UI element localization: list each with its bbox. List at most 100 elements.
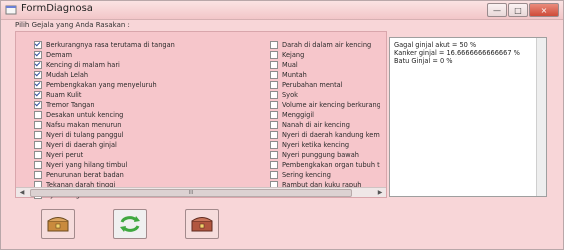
symptom-checkbox[interactable] xyxy=(270,171,278,179)
symptom-item[interactable]: Demam xyxy=(34,50,264,60)
symptom-item[interactable]: Nyeri perut xyxy=(34,150,264,160)
symptom-label: Pembengkakan yang menyeluruh xyxy=(46,81,157,89)
symptom-checkbox[interactable] xyxy=(270,131,278,139)
symptom-label: Volume air kencing berkurang xyxy=(282,101,380,109)
result-lines: Gagal ginjal akut = 50 % Kanker ginjal = … xyxy=(394,41,542,65)
symptom-item[interactable]: Ruam Kulit xyxy=(34,90,264,100)
symptom-item[interactable]: Desakan untuk kencing xyxy=(34,110,264,120)
symptom-checkbox[interactable] xyxy=(34,71,42,79)
symptom-item[interactable]: Kencing di malam hari xyxy=(34,60,264,70)
symptom-item[interactable]: Nyeri punggung bawah xyxy=(270,150,380,160)
symptom-checkbox[interactable] xyxy=(34,111,42,119)
symptom-item[interactable]: Nyeri ketika kencing xyxy=(270,140,380,150)
maximize-button[interactable]: □ xyxy=(508,3,528,17)
symptom-label: Nyeri ketika kencing xyxy=(282,141,350,149)
symptom-item[interactable]: Nyeri di daerah kandung kemil xyxy=(270,130,380,140)
window-title: FormDiagnosa xyxy=(21,3,93,14)
action-buttons xyxy=(1,203,301,243)
symptom-label: Nyeri perut xyxy=(46,151,84,159)
refresh-arrows-icon xyxy=(120,216,140,232)
symptom-label: Kencing di malam hari xyxy=(46,61,120,69)
symptom-item[interactable]: Tremor Tangan xyxy=(34,100,264,110)
symptom-label: Mudah Lelah xyxy=(46,71,89,79)
symptom-checkbox[interactable] xyxy=(270,41,278,49)
symptom-item[interactable]: Volume air kencing berkurang xyxy=(270,100,380,110)
close-chest-icon xyxy=(191,217,213,232)
symptom-label: Nanah di air kencing xyxy=(282,121,350,129)
symptom-label: Darah di dalam air kencing xyxy=(282,41,372,49)
symptom-label: Penurunan berat badan xyxy=(46,171,124,179)
symptom-item[interactable]: Mual xyxy=(270,60,380,70)
symptom-checkbox[interactable] xyxy=(34,161,42,169)
symptom-checkbox[interactable] xyxy=(34,151,42,159)
symptom-checkbox[interactable] xyxy=(34,41,42,49)
symptom-item[interactable]: Perubahan mental xyxy=(270,80,380,90)
symptom-checkbox[interactable] xyxy=(270,91,278,99)
symptom-item[interactable]: Nyeri di tulang panggul xyxy=(34,130,264,140)
scroll-thumb[interactable]: III xyxy=(30,189,352,197)
symptom-label: Sering kencing xyxy=(282,171,331,179)
symptom-label: Muntah xyxy=(282,71,307,79)
symptom-checkbox[interactable] xyxy=(270,81,278,89)
symptom-label: Demam xyxy=(46,51,73,59)
close-button[interactable] xyxy=(185,209,219,239)
symptom-item[interactable]: Berkurangnya rasa terutama di tangan xyxy=(34,40,264,50)
symptom-checkbox[interactable] xyxy=(34,171,42,179)
symptom-item[interactable]: Muntah xyxy=(270,70,380,80)
symptom-item[interactable]: Syok xyxy=(270,90,380,100)
symptom-checkbox[interactable] xyxy=(270,151,278,159)
scroll-thumb-grip: III xyxy=(188,190,194,196)
symptom-item[interactable]: Kejang xyxy=(270,50,380,60)
symptom-item[interactable]: Nyeri yang hilang timbul xyxy=(34,160,264,170)
symptom-checkbox[interactable] xyxy=(270,111,278,119)
symptom-checkbox[interactable] xyxy=(34,101,42,109)
symptom-item[interactable]: Pembengkakan yang menyeluruh xyxy=(34,80,264,90)
symptom-checkbox[interactable] xyxy=(270,71,278,79)
close-window-button[interactable]: × xyxy=(529,3,559,17)
symptom-item[interactable]: Nyeri di daerah ginjal xyxy=(34,140,264,150)
symptom-checkbox[interactable] xyxy=(34,121,42,129)
scroll-right-icon[interactable]: ▶ xyxy=(374,188,386,197)
symptom-column-right: Darah di dalam air kencing Kejang Mual Munt… xyxy=(270,40,380,190)
symptom-label: Nyeri di tulang panggul xyxy=(46,131,124,139)
symptom-checkbox[interactable] xyxy=(270,61,278,69)
symptom-checkbox[interactable] xyxy=(270,101,278,109)
diagnosis-result-box[interactable]: Gagal ginjal akut = 50 % Kanker ginjal = … xyxy=(389,37,547,197)
symptom-label: Mual xyxy=(282,61,298,69)
refresh-button[interactable] xyxy=(113,209,147,239)
symptom-label: Menggigil xyxy=(282,111,314,119)
symptom-item[interactable]: Pembengkakan organ tubuh te xyxy=(270,160,380,170)
symptom-checkbox[interactable] xyxy=(34,51,42,59)
form-app-icon xyxy=(5,5,17,15)
title-bar[interactable]: FormDiagnosa — □ × xyxy=(1,1,563,20)
symptom-label: Pembengkakan organ tubuh te xyxy=(282,161,380,169)
symptom-item[interactable]: Penurunan berat badan xyxy=(34,170,264,180)
symptom-label: Ruam Kulit xyxy=(46,91,82,99)
symptom-label: Nyeri yang hilang timbul xyxy=(46,161,128,169)
symptom-item[interactable]: Sering kencing xyxy=(270,170,380,180)
result-vertical-scrollbar[interactable] xyxy=(536,38,546,196)
symptom-checkbox[interactable] xyxy=(270,121,278,129)
symptom-checkbox[interactable] xyxy=(270,141,278,149)
symptom-item[interactable]: Nanah di air kencing xyxy=(270,120,380,130)
symptom-item[interactable]: Mudah Lelah xyxy=(34,70,264,80)
symptom-prompt: Pilih Gejala yang Anda Rasakan : xyxy=(15,21,130,29)
check-chest-icon xyxy=(47,217,69,232)
symptom-item[interactable]: Menggigil xyxy=(270,110,380,120)
symptom-label: Perubahan mental xyxy=(282,81,343,89)
check-button[interactable] xyxy=(41,209,75,239)
symptom-item[interactable]: Darah di dalam air kencing xyxy=(270,40,380,50)
symptom-checkbox[interactable] xyxy=(34,131,42,139)
symptom-checkbox[interactable] xyxy=(34,141,42,149)
horizontal-scrollbar[interactable]: ◀ III ▶ xyxy=(16,187,386,197)
symptom-label: Tremor Tangan xyxy=(46,101,95,109)
symptom-checkbox[interactable] xyxy=(270,161,278,169)
form-window: FormDiagnosa — □ × Pilih Gejala yang And… xyxy=(0,0,564,250)
symptom-checkbox[interactable] xyxy=(34,81,42,89)
symptom-checkbox[interactable] xyxy=(34,91,42,99)
symptom-item[interactable]: Nafsu makan menurun xyxy=(34,120,264,130)
symptom-checkbox[interactable] xyxy=(270,51,278,59)
minimize-button[interactable]: — xyxy=(487,3,507,17)
scroll-left-icon[interactable]: ◀ xyxy=(16,188,28,197)
symptom-checkbox[interactable] xyxy=(34,61,42,69)
